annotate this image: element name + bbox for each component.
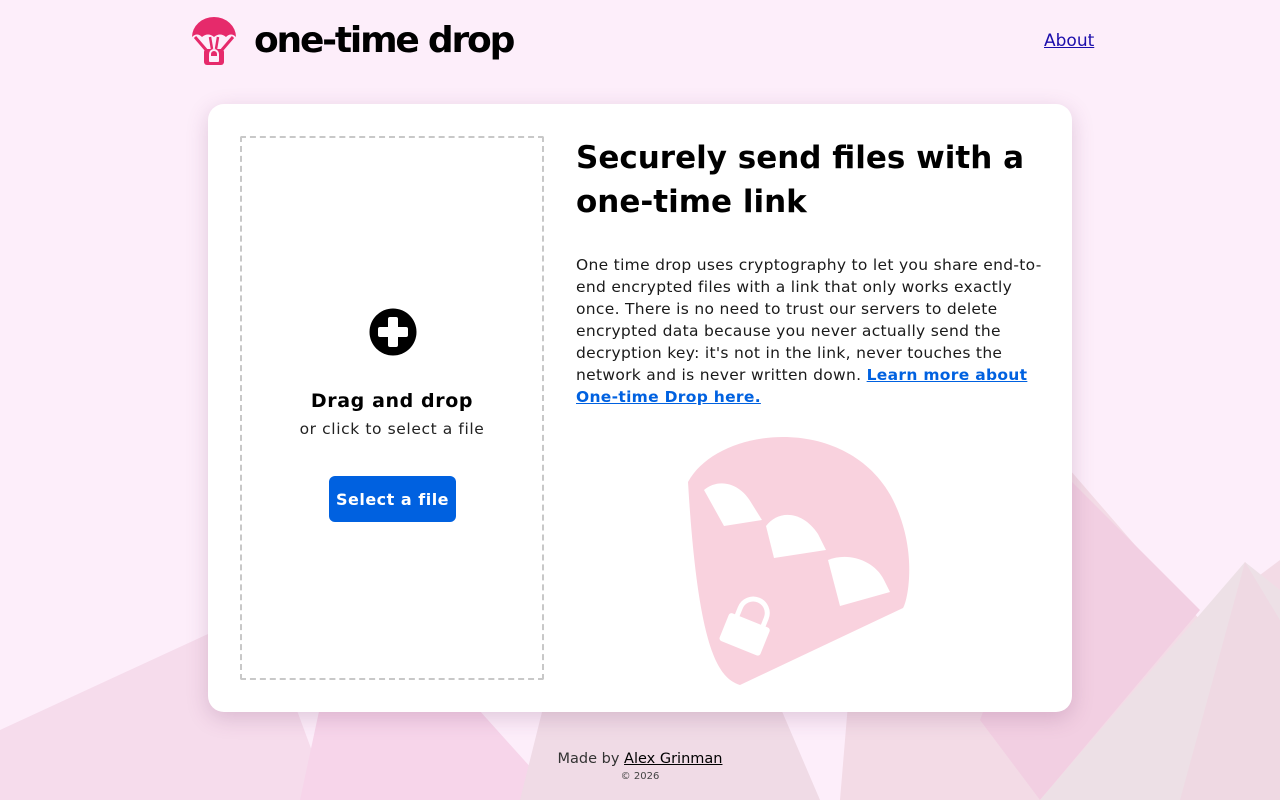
dropzone-subtitle: or click to select a file	[299, 420, 485, 438]
description-body: One time drop uses cryptography to let y…	[576, 256, 1042, 384]
main-card: Drag and drop or click to select a file …	[208, 104, 1072, 712]
plus-circle-icon[interactable]	[369, 308, 417, 356]
select-file-button[interactable]: Select a file	[329, 476, 456, 522]
description-text: One time drop uses cryptography to let y…	[576, 254, 1046, 408]
author-link[interactable]: Alex Grinman	[624, 751, 722, 767]
copyright: © 2026	[620, 771, 660, 782]
parachute-lock-icon[interactable]	[190, 17, 238, 65]
about-link[interactable]: About	[1044, 30, 1094, 52]
brand-name[interactable]: one-time drop	[254, 17, 515, 65]
footer-made-by: Made by	[557, 751, 620, 767]
page-headline: Securely send files with a one-time link	[576, 140, 1025, 220]
parachute-lock-illustration	[688, 436, 910, 685]
dropzone-title: Drag and drop	[310, 390, 474, 412]
footer-credit: Made by Alex Grinman	[0, 748, 1280, 770]
file-dropzone[interactable]: Drag and drop or click to select a file …	[240, 136, 544, 680]
